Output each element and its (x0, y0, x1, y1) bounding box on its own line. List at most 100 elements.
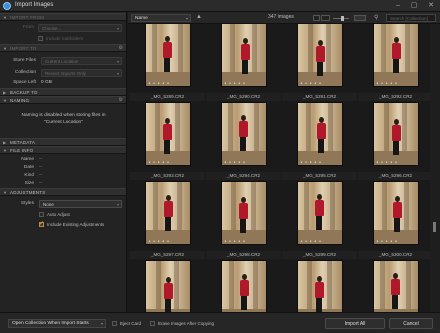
auto-adjust-checkbox[interactable] (39, 212, 44, 217)
store-files-label: Store Files (13, 58, 36, 63)
styles-select[interactable]: None ▾ (39, 200, 122, 208)
collapse-icon: ▼ (3, 190, 7, 195)
image-thumbnail-cell[interactable]: ● ● ● ● ● _MG_5295.CR2 (282, 102, 357, 181)
image-filename: _MG_5296.CR2 (358, 172, 430, 180)
image-thumbnail-cell[interactable]: ● ● ● ● ● (358, 260, 430, 312)
photo-thumbnail[interactable]: ● ● ● ● ● (144, 102, 191, 166)
image-filename: _MG_5298.CR2 (206, 251, 281, 259)
backup-to-header[interactable]: ▶ BACKUP TO (0, 88, 126, 96)
person-icon[interactable]: ⚲ (374, 14, 378, 21)
photo-thumbnail[interactable]: ● ● ● ● ● (144, 24, 191, 87)
from-label: From (22, 25, 34, 30)
grid-view-icon[interactable] (313, 15, 320, 21)
image-thumbnail-cell[interactable]: ● ● ● ● ● _MG_5293.CR2 (130, 102, 205, 181)
file-date-value: -- (39, 165, 43, 170)
gear-icon[interactable]: ⚙ (119, 97, 123, 103)
photo-thumbnail[interactable]: ● ● ● ● ● (372, 260, 419, 312)
collection-select[interactable]: Recent Imports Only ▾ (41, 69, 122, 77)
chevron-down-icon: ▾ (116, 59, 119, 64)
erase-images-checkbox[interactable] (150, 321, 155, 326)
image-filename: _MG_5295.CR2 (282, 172, 357, 180)
naming-header[interactable]: ▼ NAMING ⚙ (0, 96, 126, 104)
photo-thumbnail[interactable]: ● ● ● ● ● (220, 181, 267, 245)
image-thumbnail-cell[interactable]: ● ● ● ● ● _MG_5298.CR2 (206, 181, 281, 260)
collapse-icon: ▼ (3, 46, 7, 51)
bottom-bar: Open Collection When Import Starts ▾ Ejec… (0, 312, 440, 333)
image-filename: _MG_5297.CR2 (130, 251, 205, 259)
list-view-icon[interactable] (354, 15, 366, 21)
photo-thumbnail[interactable]: ● ● ● ● ● (372, 181, 419, 245)
include-subfolders-checkbox[interactable] (38, 36, 43, 41)
close-icon[interactable]: ✕ (422, 0, 440, 11)
image-thumbnail-cell[interactable]: ● ● ● ● ● _MG_5289.CR2 (130, 24, 205, 102)
image-filename: _MG_5299.CR2 (282, 251, 357, 259)
sort-select[interactable]: Name ▾ (131, 14, 191, 22)
chevron-down-icon: ▾ (116, 202, 119, 207)
image-thumbnail-cell[interactable]: ● ● ● ● ● _MG_5290.CR2 (206, 24, 281, 102)
file-kind-label: Kind (24, 173, 34, 178)
chevron-down-icon: ▾ (185, 16, 188, 21)
photo-thumbnail[interactable]: ● ● ● ● ● (296, 260, 343, 312)
photo-thumbnail[interactable]: ● ● ● ● ● (220, 102, 267, 166)
include-existing-adjustments-checkbox[interactable] (39, 220, 44, 227)
file-size-label: Size (24, 181, 34, 186)
image-thumbnail-cell[interactable]: ● ● ● ● ● _MG_5296.CR2 (358, 102, 430, 181)
chevron-down-icon: ▾ (116, 26, 119, 31)
image-thumbnail-cell[interactable]: ● ● ● ● ● _MG_5297.CR2 (130, 181, 205, 260)
include-existing-adjustments-label: Include Existing Adjustments (47, 222, 105, 227)
metadata-header[interactable]: ▶ METADATA (0, 138, 126, 146)
image-thumbnail-cell[interactable]: ● ● ● ● ● (206, 260, 281, 312)
image-thumbnail-cell[interactable]: ● ● ● ● ● (130, 260, 205, 312)
photo-thumbnail[interactable]: ● ● ● ● ● (296, 102, 343, 166)
scrollbar-thumb[interactable] (433, 222, 436, 232)
collection-label: Collection (14, 70, 36, 75)
collapse-icon: ▼ (3, 98, 7, 103)
photo-thumbnail[interactable]: ● ● ● ● ● (220, 24, 267, 87)
photo-thumbnail[interactable]: ● ● ● ● ● (372, 102, 419, 166)
sort-direction-icon[interactable]: ▲ (196, 14, 202, 20)
image-filename: _MG_5293.CR2 (130, 172, 205, 180)
title-bar: Import Images – ▢ ✕ (0, 0, 440, 12)
maximize-icon[interactable]: ▢ (406, 0, 422, 11)
file-date-label: Date (23, 165, 34, 170)
image-count: 347 images (268, 14, 294, 20)
adjustments-header[interactable]: ▼ ADJUSTMENTS (0, 188, 126, 196)
import-from-header[interactable]: ▼ IMPORT FROM (0, 13, 126, 21)
photo-thumbnail[interactable]: ● ● ● ● ● (372, 24, 419, 87)
collapse-icon: ▼ (3, 15, 7, 20)
import-all-button[interactable]: Import All (325, 318, 385, 329)
from-select[interactable]: Choose... ▾ (38, 24, 122, 32)
import-to-header[interactable]: ▼ IMPORT TO ⚙ (0, 44, 126, 52)
image-filename: _MG_5289.CR2 (130, 93, 205, 101)
grid-scrollbar[interactable] (430, 24, 440, 312)
slider-knob[interactable] (341, 16, 344, 21)
cancel-button[interactable]: Cancel (389, 318, 433, 329)
thumbnail-size-slider[interactable] (333, 16, 349, 21)
photo-thumbnail[interactable]: ● ● ● ● ● (296, 181, 343, 245)
open-collection-select[interactable]: Open Collection When Import Starts ▾ (8, 319, 106, 328)
space-left-label: Space Left (13, 80, 36, 85)
eject-card-checkbox[interactable] (112, 321, 117, 326)
photo-thumbnail[interactable]: ● ● ● ● ● (144, 181, 191, 245)
photo-thumbnail[interactable]: ● ● ● ● ● (220, 260, 267, 312)
filmstrip-view-icon[interactable] (321, 15, 330, 21)
image-thumbnail-cell[interactable]: ● ● ● ● ● _MG_5299.CR2 (282, 181, 357, 260)
image-thumbnail-cell[interactable]: ● ● ● ● ● _MG_5292.CR2 (358, 24, 430, 102)
expand-icon: ▶ (3, 90, 7, 95)
image-thumbnail-cell[interactable]: ● ● ● ● ● _MG_5300.CR2 (358, 181, 430, 260)
file-name-label: Name (21, 157, 34, 162)
search-input[interactable]: Search [Collection] (386, 14, 436, 22)
chevron-down-icon: ▾ (116, 71, 119, 76)
photo-thumbnail[interactable]: ● ● ● ● ● (296, 24, 343, 87)
minimize-icon[interactable]: – (390, 0, 406, 11)
image-thumbnail-cell[interactable]: ● ● ● ● ● _MG_5294.CR2 (206, 102, 281, 181)
gear-icon[interactable]: ⚙ (119, 45, 123, 51)
browser-toolbar: Name ▾ ▲ 347 images ⚲ Search [Collection] (128, 12, 440, 24)
image-thumbnail-cell[interactable]: ● ● ● ● ● _MG_5291.CR2 (282, 24, 357, 102)
file-info-header[interactable]: ▼ FILE INFO (0, 146, 126, 154)
file-name-value: -- (39, 157, 43, 162)
store-files-select[interactable]: Current Location ▾ (41, 57, 122, 65)
image-filename: _MG_5292.CR2 (358, 93, 430, 101)
image-thumbnail-cell[interactable]: ● ● ● ● ● (282, 260, 357, 312)
photo-thumbnail[interactable]: ● ● ● ● ● (144, 260, 191, 312)
